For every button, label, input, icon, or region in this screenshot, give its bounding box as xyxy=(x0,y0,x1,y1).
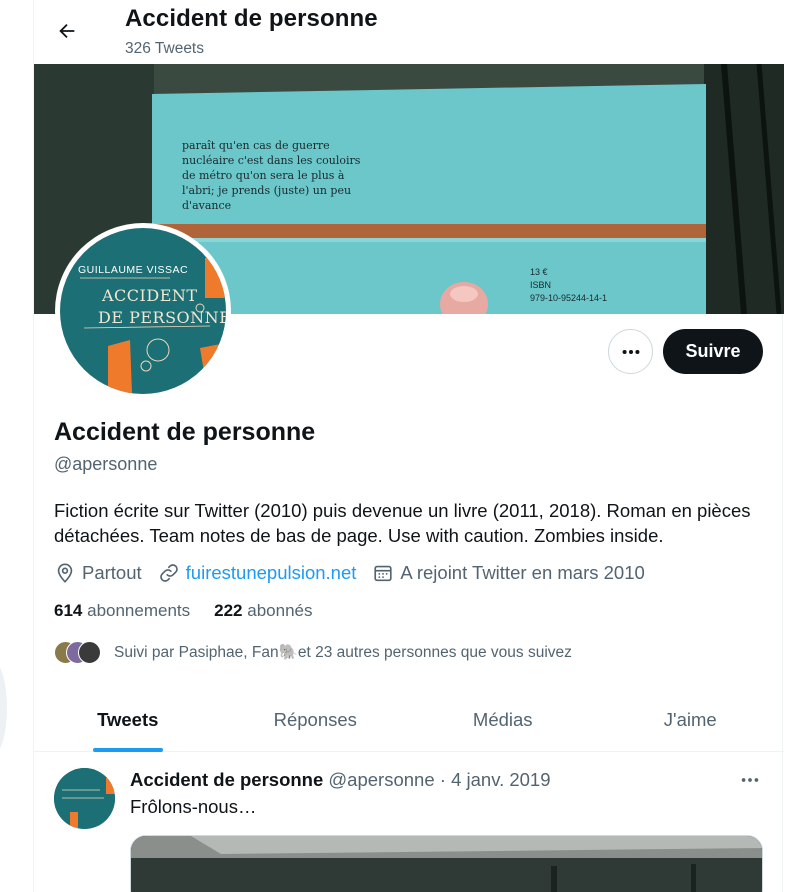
followed-by-avatars xyxy=(54,640,114,665)
banner-price-line: 979-10-95244-14-1 xyxy=(530,293,607,303)
followers-label: abonnés xyxy=(247,601,313,620)
banner-text-line: paraît qu'en cas de guerre xyxy=(182,139,330,152)
followed-by[interactable]: Suivi par Pasiphae, Fan 🐘 et 23 autres pe… xyxy=(54,640,572,665)
profile-meta: Partout fuirestunepulsion.net A rejoint … xyxy=(54,560,661,586)
tweet-header: Accident de personne @apersonne · 4 janv… xyxy=(130,769,551,791)
tweet-separator: · xyxy=(439,769,446,790)
banner-text-line: d'avance xyxy=(182,199,231,212)
side-edge-shadow xyxy=(0,662,7,754)
banner-text-line: l'abri; je prends (juste) un peu xyxy=(182,184,351,197)
followers-count: 222 xyxy=(214,601,243,620)
tweet-date[interactable]: 4 janv. 2019 xyxy=(451,769,550,790)
profile-bio: Fiction écrite sur Twitter (2010) puis d… xyxy=(54,500,751,546)
tweet-avatar-image xyxy=(54,768,115,829)
back-button[interactable] xyxy=(48,12,86,50)
profile-joined: A rejoint Twitter en mars 2010 xyxy=(372,562,645,584)
profile-name: Accident de personne xyxy=(54,418,316,446)
tweet-author-name[interactable]: Accident de personne xyxy=(130,769,323,790)
followers-stat[interactable]: 222 abonnés xyxy=(214,601,312,621)
tab-label: J'aime xyxy=(663,709,717,730)
calendar-icon xyxy=(374,565,393,582)
profile-stats: 614 abonnements 222 abonnés xyxy=(54,601,336,621)
avatar-title-line: DE PERSONNE xyxy=(98,308,226,327)
tab-active-indicator xyxy=(92,748,163,752)
tab-label: Réponses xyxy=(273,709,357,730)
tweet-text: Frôlons-nous… xyxy=(130,796,257,817)
banner-price-line: ISBN xyxy=(530,280,551,290)
more-horizontal-icon xyxy=(622,349,639,354)
tab-label: Médias xyxy=(472,709,533,730)
tweet-more-button[interactable] xyxy=(732,767,768,793)
following-stat[interactable]: 614 abonnements xyxy=(54,601,190,621)
tab-replies[interactable]: Réponses xyxy=(222,688,410,752)
location-text: Partout xyxy=(82,562,142,583)
header-title: Accident de personne xyxy=(125,5,378,32)
tab-likes[interactable]: J'aime xyxy=(597,688,785,752)
profile-handle: @apersonne xyxy=(54,454,158,474)
profile-location: Partout xyxy=(54,562,142,584)
avatar xyxy=(78,641,101,664)
profile-header: Accident de personne 326 Tweets xyxy=(34,0,784,64)
profile-avatar[interactable]: GUILLAUME VISSAC ACCIDENT DE PERSONNE xyxy=(55,223,231,399)
tweet-media-image xyxy=(131,836,762,892)
banner-price-line: 13 € xyxy=(530,267,548,277)
tweet[interactable]: Accident de personne @apersonne · 4 janv… xyxy=(34,753,784,892)
banner-text-line: de métro qu'on sera le plus à xyxy=(182,169,345,182)
following-count: 614 xyxy=(54,601,83,620)
elephant-emoji: 🐘 xyxy=(278,644,298,661)
avatar-image: GUILLAUME VISSAC ACCIDENT DE PERSONNE xyxy=(60,228,226,394)
tweet-media[interactable] xyxy=(130,835,763,892)
tab-tweets[interactable]: Tweets xyxy=(34,688,222,752)
profile-column: Accident de personne 326 Tweets paraît q… xyxy=(33,0,784,892)
profile-tabs: Tweets Réponses Médias J'aime xyxy=(34,688,784,752)
follow-button[interactable]: Suivre xyxy=(663,329,763,374)
website-link[interactable]: fuirestunepulsion.net xyxy=(186,562,357,584)
tweet-avatar[interactable] xyxy=(54,768,115,829)
more-options-button[interactable] xyxy=(608,329,653,374)
following-label: abonnements xyxy=(87,601,191,620)
followed-by-text: Suivi par Pasiphae, Fan xyxy=(114,643,279,661)
header-tweet-count: 326 Tweets xyxy=(125,40,204,57)
avatar-title-line: ACCIDENT xyxy=(102,286,198,305)
tab-media[interactable]: Médias xyxy=(409,688,597,752)
arrow-left-icon xyxy=(59,23,75,39)
joined-text: A rejoint Twitter en mars 2010 xyxy=(400,562,645,583)
tab-label: Tweets xyxy=(97,709,159,730)
followed-by-suffix: et 23 autres personnes que vous suivez xyxy=(297,643,572,661)
banner-text-line: nucléaire c'est dans les couloirs xyxy=(182,154,361,167)
profile-website: fuirestunepulsion.net xyxy=(158,562,357,584)
avatar-author: GUILLAUME VISSAC xyxy=(78,264,189,276)
more-horizontal-icon xyxy=(741,778,759,782)
tweet-author-handle[interactable]: @apersonne xyxy=(328,769,434,790)
location-pin-icon xyxy=(57,563,73,583)
link-icon xyxy=(159,564,178,582)
